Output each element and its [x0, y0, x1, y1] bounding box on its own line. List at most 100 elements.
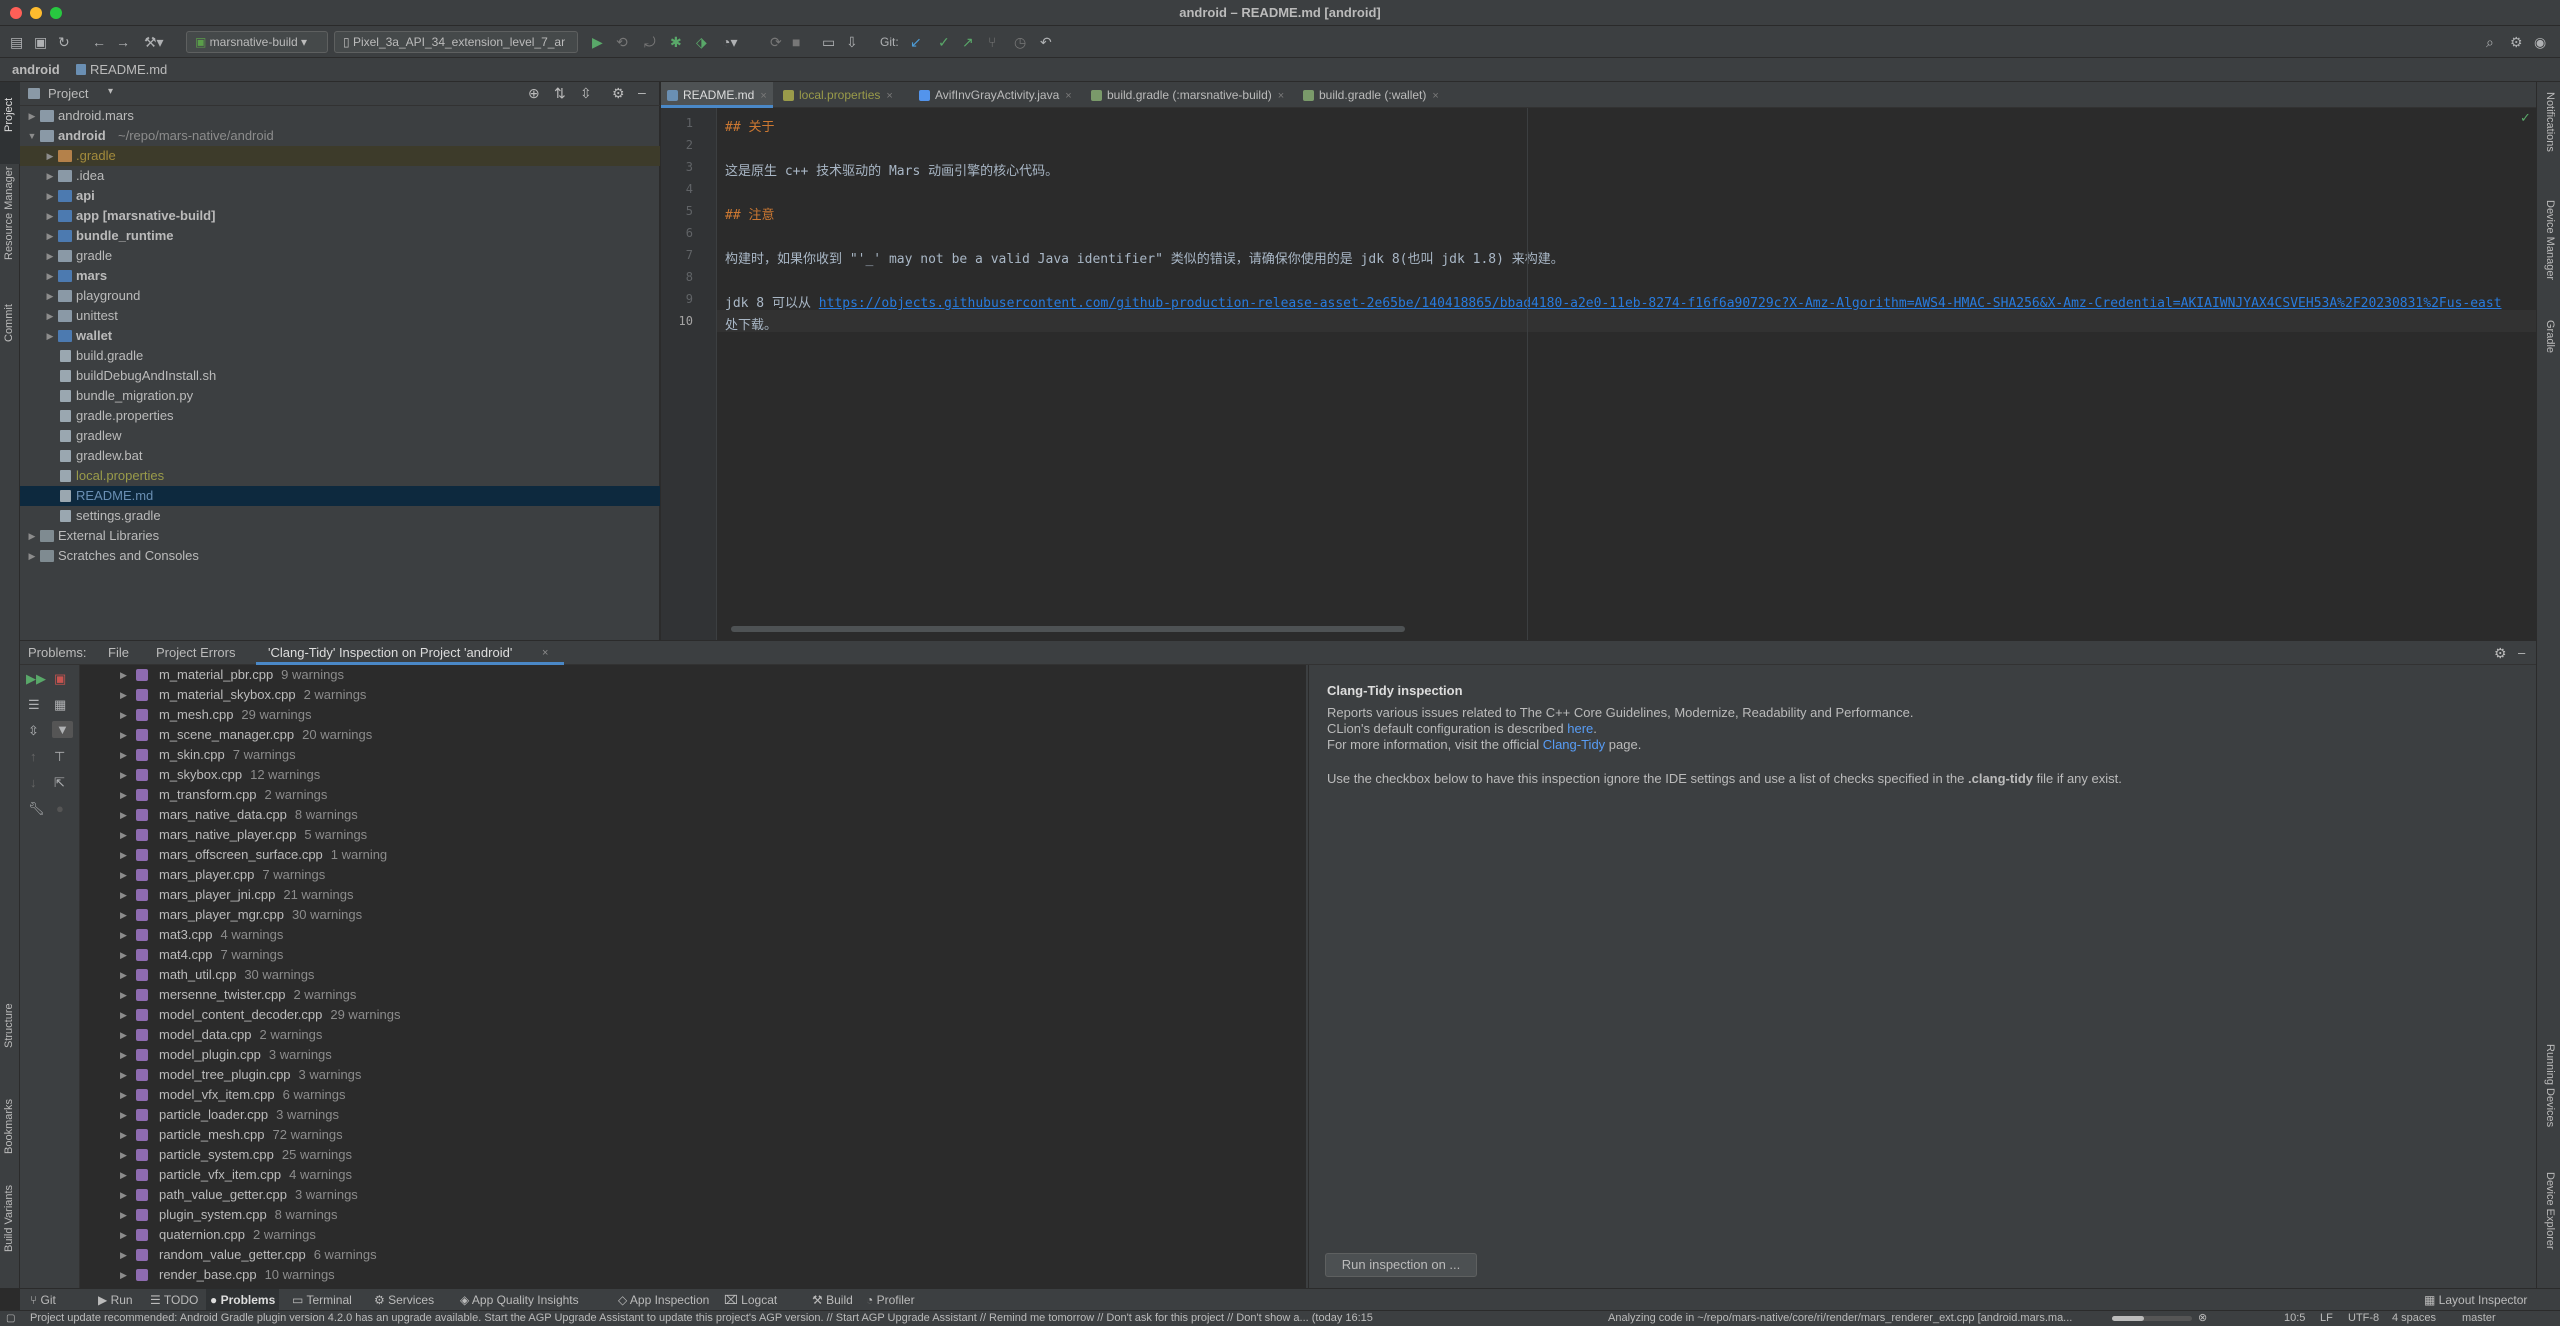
- problem-file-row[interactable]: ▶ path_value_getter.cpp 3 warnings: [80, 1185, 1300, 1205]
- gradle-tool-tab[interactable]: Gradle: [2544, 320, 2556, 353]
- running-devices-tool-tab[interactable]: Running Devices: [2544, 1044, 2556, 1127]
- tree-item[interactable]: ▶ External Libraries: [20, 526, 660, 546]
- chevron-right-icon[interactable]: ▶: [120, 805, 127, 825]
- problem-file-row[interactable]: ▶ plugin_system.cpp 8 warnings: [80, 1205, 1300, 1225]
- chevron-right-icon[interactable]: ▶: [120, 945, 127, 965]
- problem-file-row[interactable]: ▶ m_material_pbr.cpp 9 warnings: [80, 665, 1300, 685]
- device-explorer-tool-tab[interactable]: Device Explorer: [2544, 1172, 2556, 1250]
- tool-window-build[interactable]: ⚒ Build: [812, 1289, 853, 1311]
- rerun-icon[interactable]: ▶▶: [26, 671, 46, 687]
- problem-file-row[interactable]: ▶ mars_player_mgr.cpp 30 warnings: [80, 905, 1300, 925]
- wrench-icon[interactable]: 🔧︎: [28, 801, 45, 817]
- problem-file-row[interactable]: ▶ m_skybox.cpp 12 warnings: [80, 765, 1300, 785]
- build-hammer-icon[interactable]: ⚒▾: [144, 33, 164, 51]
- problem-file-row[interactable]: ▶ m_material_skybox.cpp 2 warnings: [80, 685, 1300, 705]
- chevron-right-icon[interactable]: ▶: [120, 905, 127, 925]
- tree-item[interactable]: ▶ unittest: [20, 306, 660, 326]
- restart-icon[interactable]: ⟳: [770, 33, 782, 51]
- problem-file-row[interactable]: ▶ mars_native_player.cpp 5 warnings: [80, 825, 1300, 845]
- tree-item[interactable]: ▶ playground: [20, 286, 660, 306]
- hide-panel-icon[interactable]: –: [2518, 641, 2525, 665]
- here-link[interactable]: here: [1567, 721, 1593, 736]
- problem-file-row[interactable]: ▶ mars_native_data.cpp 8 warnings: [80, 805, 1300, 825]
- chevron-right-icon[interactable]: ▶: [120, 1145, 127, 1165]
- chevron-right-icon[interactable]: ▶: [120, 1065, 127, 1085]
- folder-icon[interactable]: ▤: [10, 33, 23, 51]
- profile-icon[interactable]: ◔▾: [722, 33, 737, 51]
- chevron-right-icon[interactable]: ▶: [120, 1125, 127, 1145]
- tree-item[interactable]: buildDebugAndInstall.sh: [20, 366, 660, 386]
- tree-item[interactable]: README.md: [20, 486, 660, 506]
- tree-item[interactable]: ▶ .gradle: [20, 146, 660, 166]
- tool-window-layout-inspector[interactable]: ▦ Layout Inspector: [2424, 1289, 2527, 1311]
- problem-file-row[interactable]: ▶ quaternion.cpp 2 warnings: [80, 1225, 1300, 1245]
- problem-file-row[interactable]: ▶ render_base.cpp 10 warnings: [80, 1265, 1300, 1285]
- problem-file-row[interactable]: ▶ m_mesh.cpp 29 warnings: [80, 705, 1300, 725]
- debug-icon[interactable]: ✱: [670, 33, 682, 51]
- forward-icon[interactable]: →: [116, 33, 130, 51]
- problem-file-row[interactable]: ▶ mat3.cpp 4 warnings: [80, 925, 1300, 945]
- attach-debugger-icon[interactable]: ⬗: [696, 33, 707, 51]
- apply-code-icon[interactable]: ⤾: [644, 33, 656, 51]
- device-manager-tool-tab[interactable]: Device Manager: [2544, 200, 2556, 280]
- problem-file-row[interactable]: ▶ particle_system.cpp 25 warnings: [80, 1145, 1300, 1165]
- editor-tab[interactable]: README.md ×: [661, 82, 773, 108]
- tree-item[interactable]: ▶ app [marsnative-build]: [20, 206, 660, 226]
- sync-icon[interactable]: ↻: [58, 33, 70, 51]
- chevron-right-icon[interactable]: ▶: [120, 1105, 127, 1125]
- tool-window-problems[interactable]: ● Problems: [206, 1289, 280, 1311]
- chevron-right-icon[interactable]: ▶: [120, 765, 127, 785]
- editor-tab[interactable]: AvifInvGrayActivity.java ×: [913, 82, 1081, 108]
- chevron-right-icon[interactable]: ▶: [26, 546, 38, 566]
- editor-tab[interactable]: build.gradle (:wallet) ×: [1297, 82, 1451, 108]
- device-select[interactable]: ▯ Pixel_3a_API_34_extension_level_7_ar: [334, 31, 578, 53]
- chevron-right-icon[interactable]: ▶: [44, 146, 56, 166]
- chevron-down-icon[interactable]: ▼: [26, 126, 38, 146]
- breadcrumb-file[interactable]: README.md: [90, 62, 167, 77]
- close-tab-icon[interactable]: ×: [760, 90, 766, 102]
- git-branch[interactable]: master: [2462, 1311, 2496, 1326]
- structure-tool-tab[interactable]: Structure: [3, 1003, 15, 1048]
- tool-window-git[interactable]: ⑂ Git: [30, 1289, 56, 1311]
- chevron-right-icon[interactable]: ▶: [44, 166, 56, 186]
- chevron-right-icon[interactable]: ▶: [120, 985, 127, 1005]
- tree-item[interactable]: settings.gradle: [20, 506, 660, 526]
- problem-file-row[interactable]: ▶ mars_player_jni.cpp 21 warnings: [80, 885, 1300, 905]
- problem-file-row[interactable]: ▶ model_data.cpp 2 warnings: [80, 1025, 1300, 1045]
- chevron-right-icon[interactable]: ▶: [120, 1205, 127, 1225]
- stop-icon[interactable]: ■: [792, 33, 800, 51]
- chevron-right-icon[interactable]: ▶: [44, 206, 56, 226]
- problem-file-row[interactable]: ▶ particle_vfx_item.cpp 4 warnings: [80, 1165, 1300, 1185]
- expand-all-icon[interactable]: ⇅: [554, 85, 566, 102]
- apply-changes-icon[interactable]: ⟲: [616, 33, 628, 51]
- chevron-right-icon[interactable]: ▶: [120, 1245, 127, 1265]
- tool-window-profiler[interactable]: ◔ Profiler: [866, 1289, 915, 1311]
- tool-window-logcat[interactable]: ⌧ Logcat: [724, 1289, 777, 1311]
- problem-file-row[interactable]: ▶ mars_player.cpp 7 warnings: [80, 865, 1300, 885]
- tool-window-todo[interactable]: ☰ TODO: [150, 1289, 198, 1311]
- tool-window-app-quality-insights[interactable]: ◈ App Quality Insights: [460, 1289, 579, 1311]
- problem-file-row[interactable]: ▶ model_vfx_item.cpp 6 warnings: [80, 1085, 1300, 1105]
- horizontal-scrollbar[interactable]: [731, 626, 1405, 632]
- file-encoding[interactable]: UTF-8: [2348, 1311, 2379, 1326]
- gear-icon[interactable]: ⚙: [612, 85, 625, 102]
- device-manager-icon[interactable]: ▭: [822, 33, 835, 51]
- problem-file-row[interactable]: ▶ mars_offscreen_surface.cpp 1 warning: [80, 845, 1300, 865]
- chevron-right-icon[interactable]: ▶: [120, 845, 127, 865]
- caret-position[interactable]: 10:5: [2284, 1311, 2305, 1326]
- suppress-icon[interactable]: ●: [56, 801, 64, 816]
- problem-file-row[interactable]: ▶ m_skin.cpp 7 warnings: [80, 745, 1300, 765]
- jdk-download-link[interactable]: https://objects.githubusercontent.com/gi…: [819, 296, 2502, 311]
- problem-file-row[interactable]: ▶ model_plugin.cpp 3 warnings: [80, 1045, 1300, 1065]
- previous-occurrence-icon[interactable]: ↑: [30, 749, 37, 764]
- run-icon[interactable]: ▶: [592, 33, 603, 51]
- chevron-right-icon[interactable]: ▶: [44, 286, 56, 306]
- editor-tab[interactable]: build.gradle (:marsnative-build) ×: [1085, 82, 1293, 108]
- close-tab-icon[interactable]: ×: [1432, 90, 1438, 102]
- tree-item[interactable]: gradlew: [20, 426, 660, 446]
- export-icon[interactable]: ⇱: [54, 775, 65, 791]
- tool-window-terminal[interactable]: ▭ Terminal: [292, 1289, 352, 1311]
- chevron-right-icon[interactable]: ▶: [120, 1185, 127, 1205]
- chevron-right-icon[interactable]: ▶: [120, 745, 127, 765]
- breadcrumb-project[interactable]: android: [12, 62, 60, 77]
